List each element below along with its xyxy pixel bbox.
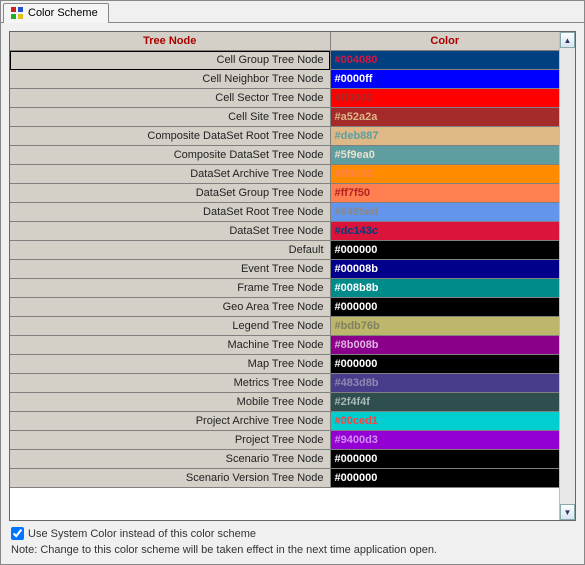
table-row[interactable]: Map Tree Node#000000	[10, 355, 559, 374]
color-swatch-cell[interactable]: #000000	[330, 450, 559, 469]
color-swatch-cell[interactable]: #000000	[330, 355, 559, 374]
color-swatch-cell[interactable]: #000000	[330, 469, 559, 488]
tree-node-cell[interactable]: Event Tree Node	[10, 260, 330, 279]
color-swatch-cell[interactable]: #ff7f50	[330, 184, 559, 203]
content-area: Tree Node Color Cell Group Tree Node#004…	[1, 23, 584, 564]
use-system-color-checkbox[interactable]	[11, 527, 24, 540]
tree-node-cell[interactable]: Geo Area Tree Node	[10, 298, 330, 317]
table-row[interactable]: Frame Tree Node#008b8b	[10, 279, 559, 298]
tab-bar: Color Scheme	[1, 1, 584, 23]
palette-icon	[10, 6, 24, 20]
tree-node-cell[interactable]: Scenario Tree Node	[10, 450, 330, 469]
table-row[interactable]: Cell Neighbor Tree Node#0000ff	[10, 70, 559, 89]
scroll-track[interactable]	[560, 48, 575, 504]
tree-node-cell[interactable]: DataSet Tree Node	[10, 222, 330, 241]
vertical-scrollbar[interactable]: ▲ ▼	[559, 32, 575, 520]
tree-node-cell[interactable]: Cell Neighbor Tree Node	[10, 70, 330, 89]
table-row[interactable]: Machine Tree Node#8b008b	[10, 336, 559, 355]
table-row[interactable]: Metrics Tree Node#483d8b	[10, 374, 559, 393]
color-swatch-cell[interactable]: #004080	[330, 51, 559, 70]
tree-node-cell[interactable]: Map Tree Node	[10, 355, 330, 374]
tree-node-cell[interactable]: Cell Group Tree Node	[10, 51, 330, 70]
tree-node-cell[interactable]: Default	[10, 241, 330, 260]
header-color[interactable]: Color	[330, 32, 559, 51]
tree-node-cell[interactable]: DataSet Group Tree Node	[10, 184, 330, 203]
color-swatch-cell[interactable]: #00ced1	[330, 412, 559, 431]
tree-node-cell[interactable]: Project Archive Tree Node	[10, 412, 330, 431]
table-row[interactable]: Cell Group Tree Node#004080	[10, 51, 559, 70]
header-tree-node[interactable]: Tree Node	[10, 32, 330, 51]
tree-node-cell[interactable]: Machine Tree Node	[10, 336, 330, 355]
tab-label: Color Scheme	[28, 7, 98, 19]
use-system-color-row[interactable]: Use System Color instead of this color s…	[11, 527, 574, 540]
table-row[interactable]: Default#000000	[10, 241, 559, 260]
footer-note: Note: Change to this color scheme will b…	[11, 544, 574, 556]
color-swatch-cell[interactable]: #6495ed	[330, 203, 559, 222]
tree-node-cell[interactable]: Mobile Tree Node	[10, 393, 330, 412]
color-swatch-cell[interactable]: #0000ff	[330, 70, 559, 89]
table-row[interactable]: Project Archive Tree Node#00ced1	[10, 412, 559, 431]
color-swatch-cell[interactable]: #000000	[330, 241, 559, 260]
color-swatch-cell[interactable]: #ff0000	[330, 89, 559, 108]
table-row[interactable]: Composite DataSet Root Tree Node#deb887	[10, 127, 559, 146]
color-swatch-cell[interactable]: #000000	[330, 298, 559, 317]
footer: Use System Color instead of this color s…	[9, 527, 576, 556]
tree-node-cell[interactable]: Legend Tree Node	[10, 317, 330, 336]
tree-node-cell[interactable]: Scenario Version Tree Node	[10, 469, 330, 488]
tree-node-cell[interactable]: Cell Site Tree Node	[10, 108, 330, 127]
table-row[interactable]: DataSet Archive Tree Node#ff8c00	[10, 165, 559, 184]
table-row[interactable]: Event Tree Node#00008b	[10, 260, 559, 279]
tree-node-cell[interactable]: Frame Tree Node	[10, 279, 330, 298]
table-row[interactable]: Geo Area Tree Node#000000	[10, 298, 559, 317]
color-swatch-cell[interactable]: #dc143c	[330, 222, 559, 241]
color-swatch-cell[interactable]: #a52a2a	[330, 108, 559, 127]
table-row[interactable]: Cell Site Tree Node#a52a2a	[10, 108, 559, 127]
table-row[interactable]: DataSet Tree Node#dc143c	[10, 222, 559, 241]
table-row[interactable]: Project Tree Node#9400d3	[10, 431, 559, 450]
color-swatch-cell[interactable]: #deb887	[330, 127, 559, 146]
table-row[interactable]: Scenario Tree Node#000000	[10, 450, 559, 469]
tree-node-cell[interactable]: Cell Sector Tree Node	[10, 89, 330, 108]
color-swatch-cell[interactable]: #483d8b	[330, 374, 559, 393]
scroll-down-button[interactable]: ▼	[560, 504, 575, 520]
tree-node-cell[interactable]: Composite DataSet Tree Node	[10, 146, 330, 165]
table-row[interactable]: Mobile Tree Node#2f4f4f	[10, 393, 559, 412]
table-row[interactable]: DataSet Root Tree Node#6495ed	[10, 203, 559, 222]
table-row[interactable]: Scenario Version Tree Node#000000	[10, 469, 559, 488]
tree-node-cell[interactable]: DataSet Archive Tree Node	[10, 165, 330, 184]
color-table-container: Tree Node Color Cell Group Tree Node#004…	[9, 31, 576, 521]
tab-color-scheme[interactable]: Color Scheme	[3, 3, 109, 23]
color-swatch-cell[interactable]: #5f9ea0	[330, 146, 559, 165]
tree-node-cell[interactable]: DataSet Root Tree Node	[10, 203, 330, 222]
use-system-color-label: Use System Color instead of this color s…	[28, 528, 256, 540]
color-swatch-cell[interactable]: #9400d3	[330, 431, 559, 450]
color-swatch-cell[interactable]: #ff8c00	[330, 165, 559, 184]
color-swatch-cell[interactable]: #00008b	[330, 260, 559, 279]
scroll-up-button[interactable]: ▲	[560, 32, 575, 48]
color-swatch-cell[interactable]: #2f4f4f	[330, 393, 559, 412]
color-swatch-cell[interactable]: #8b008b	[330, 336, 559, 355]
color-table: Tree Node Color Cell Group Tree Node#004…	[10, 32, 559, 488]
tree-node-cell[interactable]: Metrics Tree Node	[10, 374, 330, 393]
table-row[interactable]: Composite DataSet Tree Node#5f9ea0	[10, 146, 559, 165]
color-swatch-cell[interactable]: #bdb76b	[330, 317, 559, 336]
table-row[interactable]: DataSet Group Tree Node#ff7f50	[10, 184, 559, 203]
table-row[interactable]: Cell Sector Tree Node#ff0000	[10, 89, 559, 108]
color-scheme-window: Color Scheme Tree Node Color Cell Group …	[0, 0, 585, 565]
table-row[interactable]: Legend Tree Node#bdb76b	[10, 317, 559, 336]
color-table-scroll[interactable]: Tree Node Color Cell Group Tree Node#004…	[10, 32, 559, 520]
color-swatch-cell[interactable]: #008b8b	[330, 279, 559, 298]
tree-node-cell[interactable]: Composite DataSet Root Tree Node	[10, 127, 330, 146]
tree-node-cell[interactable]: Project Tree Node	[10, 431, 330, 450]
